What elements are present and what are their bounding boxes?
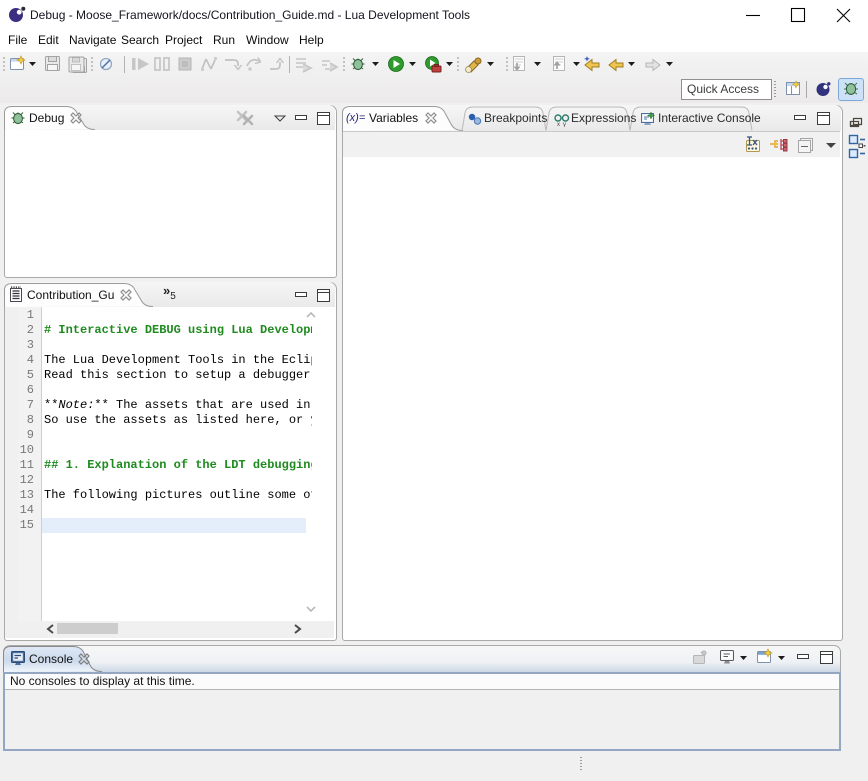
svg-text:x: x	[557, 122, 560, 127]
svg-text:y: y	[563, 122, 566, 127]
